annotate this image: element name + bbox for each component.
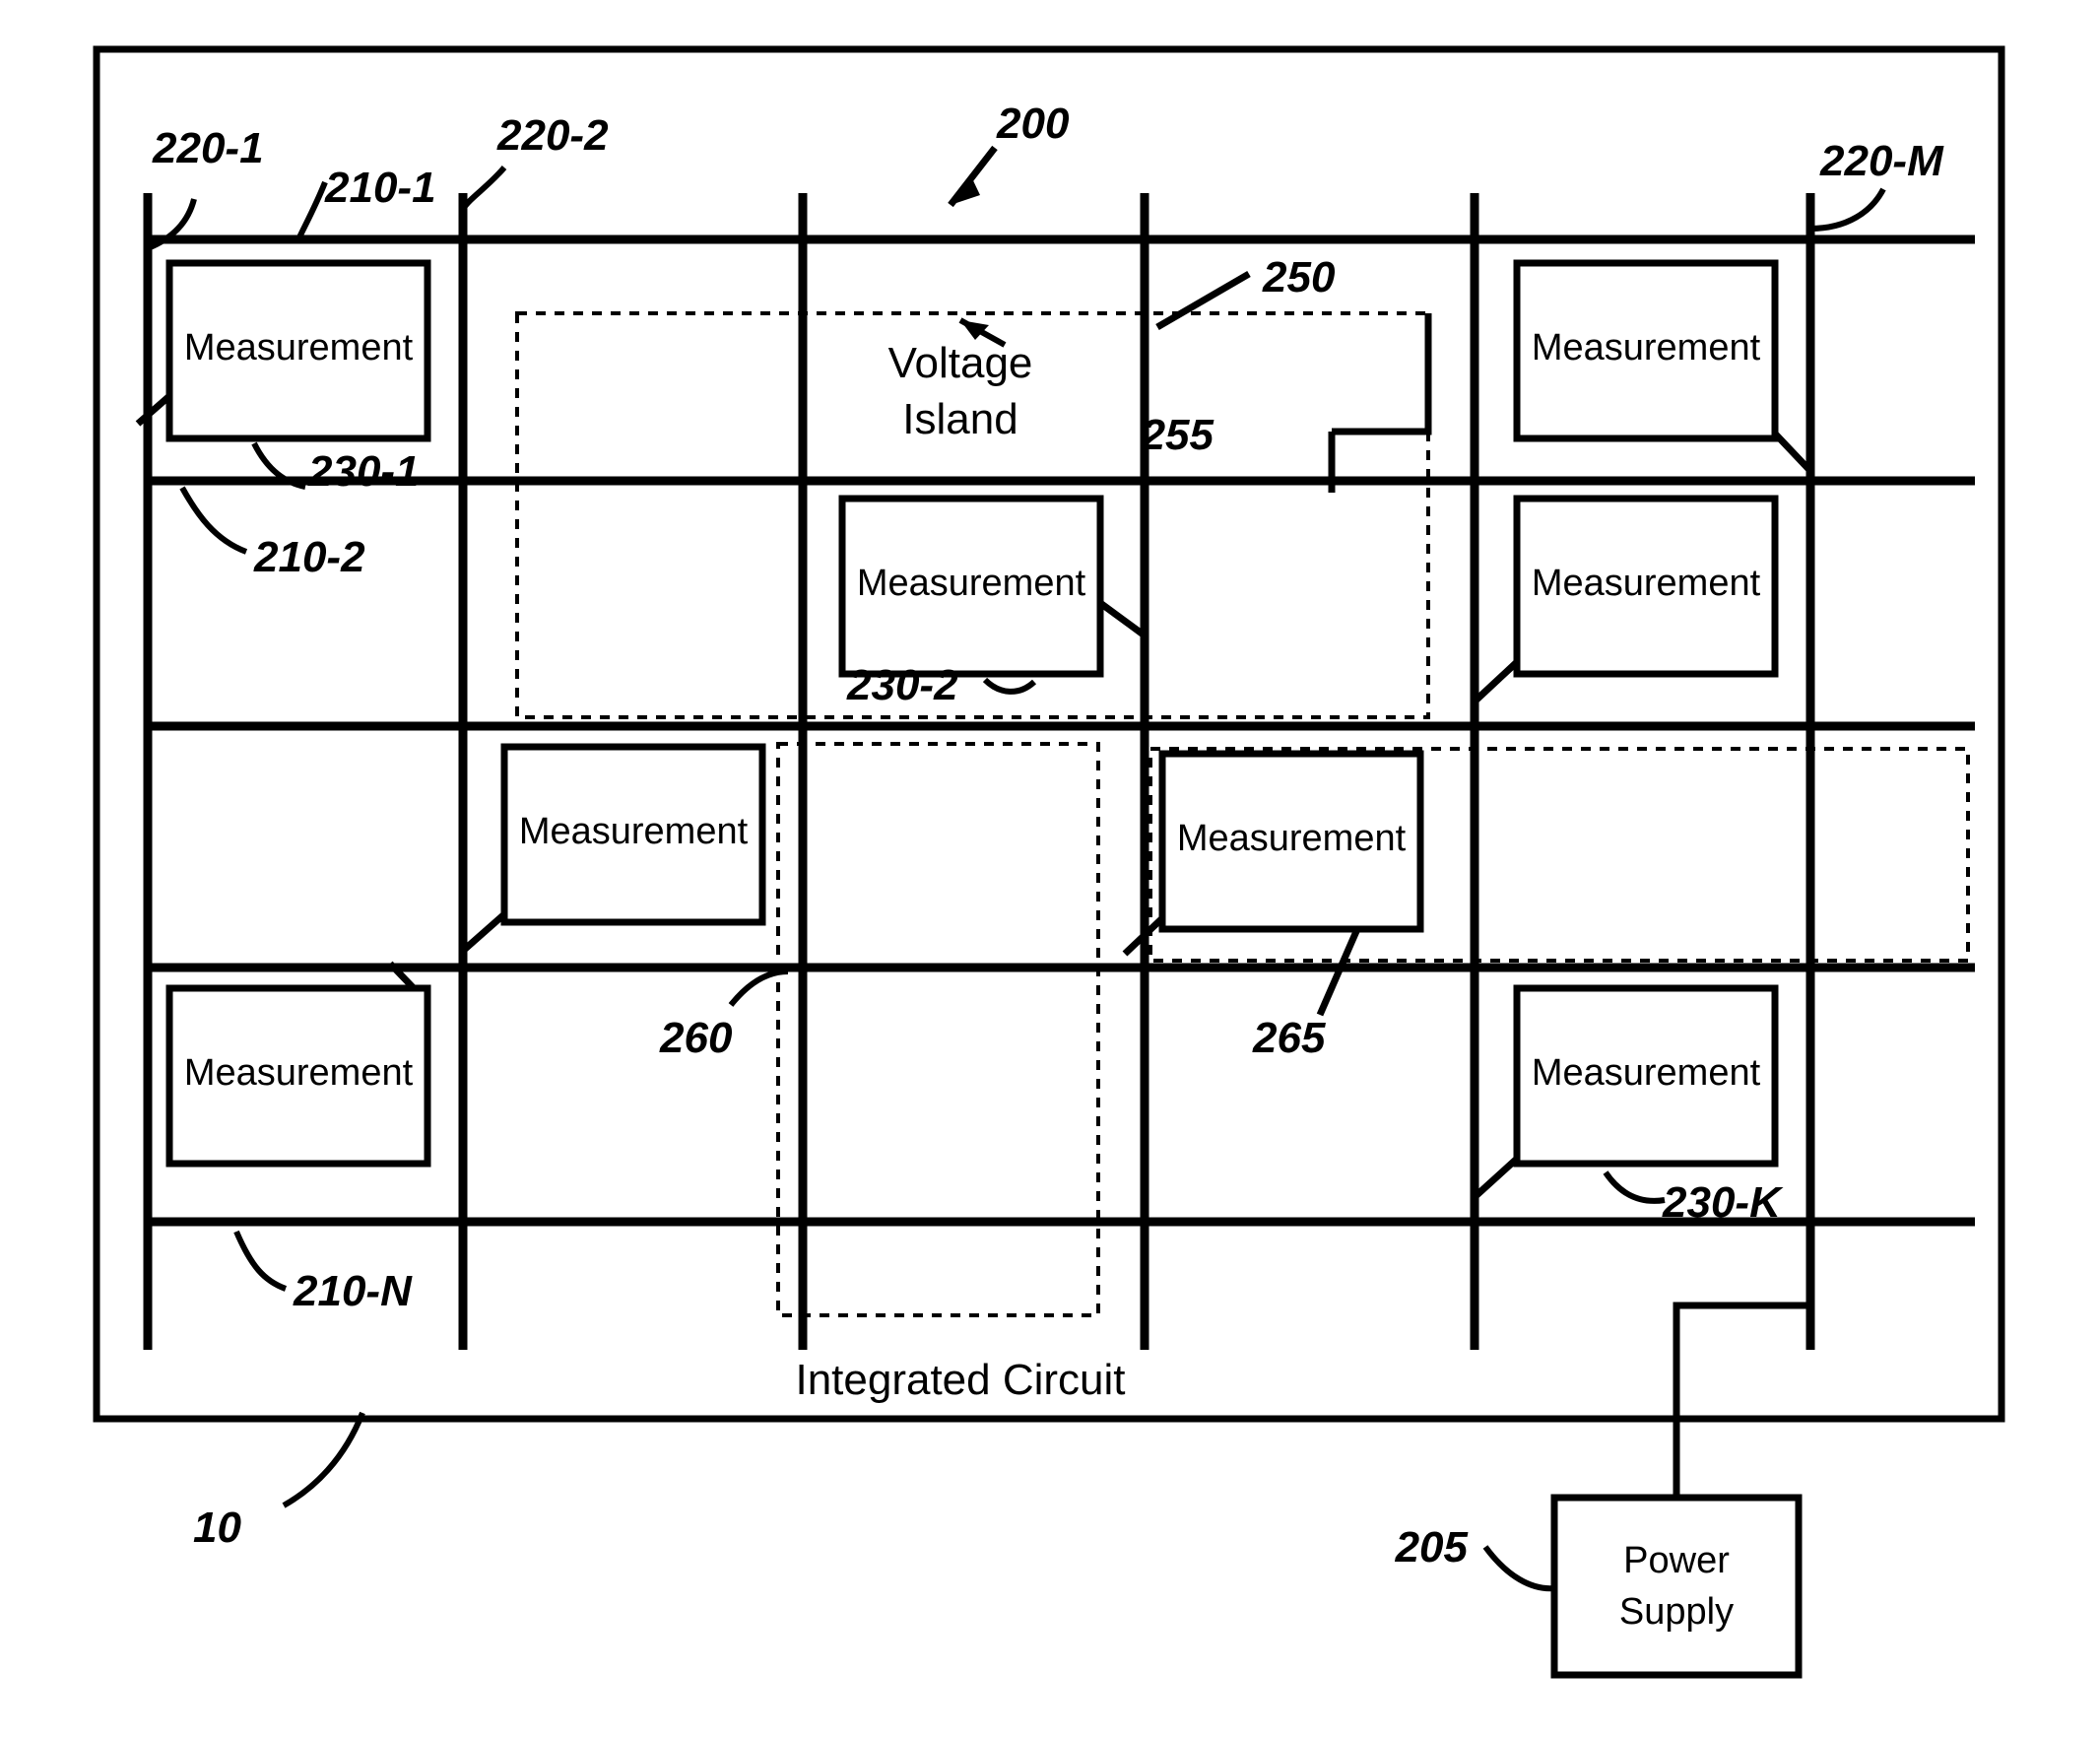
- measurement-label: Measurement: [184, 327, 414, 368]
- leader-210-n: [233, 1230, 288, 1292]
- ref-220-1: 220-1: [152, 124, 264, 172]
- measurement-tap-lead: [460, 911, 507, 954]
- leader-200-arrowhead: [951, 174, 980, 205]
- voltage-island-label-line2: Island: [902, 395, 1017, 443]
- power-supply-box[interactable]: [1550, 1494, 1803, 1679]
- measurement-tap-lead: [135, 393, 172, 427]
- integrated-circuit-label: Integrated Circuit: [795, 1356, 1125, 1404]
- measurement-tap-lead: [1772, 431, 1813, 474]
- measurement-label: Measurement: [857, 563, 1086, 604]
- leader-205: [1482, 1545, 1555, 1592]
- power-supply-label-line1: Power: [1623, 1540, 1730, 1581]
- ref-210-n: 210-N: [293, 1267, 413, 1315]
- integrated-circuit-diagram: Measurement Measurement Measurement Meas…: [93, 45, 2005, 1679]
- measurement-tap-lead: [1097, 600, 1148, 638]
- ref-230-k: 230-K: [1662, 1178, 1784, 1227]
- voltage-island-255-region: [1332, 313, 1432, 435]
- leader-210-1: [295, 180, 328, 241]
- voltage-island-260-region: [776, 742, 1100, 1317]
- measurement-circuit[interactable]: Measurement: [1513, 259, 1813, 474]
- measurement-label: Measurement: [1532, 1052, 1761, 1094]
- measurement-label: Measurement: [1532, 563, 1761, 604]
- ref-230-2: 230-2: [846, 661, 958, 709]
- measurement-label: Measurement: [1177, 818, 1407, 859]
- power-supply-label-line2: Supply: [1619, 1591, 1734, 1633]
- ref-230-1: 230-1: [307, 447, 420, 496]
- ref-205: 205: [1395, 1523, 1469, 1571]
- ref-250: 250: [1262, 253, 1336, 301]
- ref-210-1: 210-1: [324, 164, 436, 212]
- ref-260: 260: [659, 1014, 733, 1062]
- measurement-circuit[interactable]: Measurement: [165, 961, 431, 1168]
- ref-220-m: 220-M: [1819, 137, 1944, 185]
- measurement-circuit[interactable]: Measurement: [838, 495, 1148, 678]
- leader-210-2: [179, 486, 248, 555]
- leader-220-m: [1809, 187, 1886, 232]
- measurement-circuit[interactable]: Measurement: [1472, 495, 1779, 704]
- ref-210-2: 210-2: [253, 533, 365, 581]
- measurement-circuit[interactable]: Measurement: [1472, 984, 1779, 1200]
- measurement-tap-lead: [1472, 1156, 1520, 1200]
- measurement-label: Measurement: [184, 1052, 414, 1094]
- ref-220-2: 220-2: [496, 111, 609, 160]
- ref-265: 265: [1252, 1014, 1326, 1062]
- ref-10: 10: [193, 1504, 241, 1552]
- measurement-circuit[interactable]: Measurement: [460, 743, 766, 954]
- leader-220-2: [460, 166, 507, 211]
- figure-canvas: Measurement Measurement Measurement Meas…: [0, 0, 2100, 1738]
- leader-230-2: [982, 677, 1037, 695]
- leader-250: [1155, 270, 1251, 331]
- measurement-circuit[interactable]: Measurement: [1122, 750, 1424, 957]
- measurement-label: Measurement: [1532, 327, 1761, 368]
- measurement-label: Measurement: [519, 811, 749, 852]
- measurement-tap-lead: [1472, 659, 1520, 704]
- ref-255: 255: [1141, 411, 1214, 459]
- power-supply-connector: [1673, 1302, 1810, 1498]
- voltage-island-label-line1: Voltage: [888, 339, 1033, 387]
- ref-200: 200: [996, 100, 1070, 148]
- leader-230-k: [1603, 1170, 1666, 1204]
- leader-10: [282, 1411, 365, 1508]
- measurement-circuit[interactable]: Measurement: [135, 259, 431, 442]
